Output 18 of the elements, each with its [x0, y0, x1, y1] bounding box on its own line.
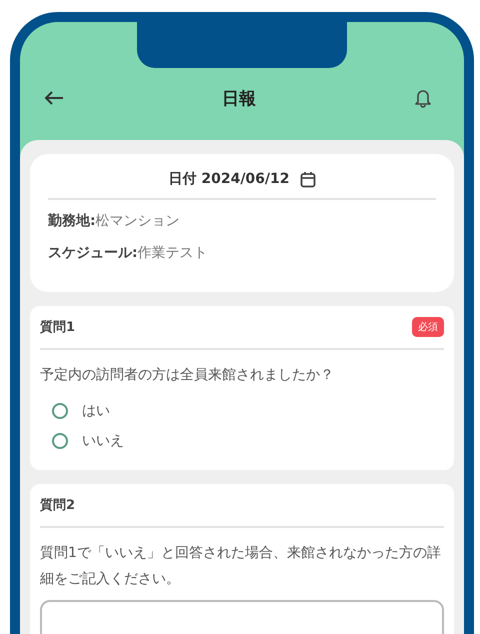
back-icon[interactable]	[44, 91, 64, 105]
required-badge: 必須	[412, 317, 444, 337]
question-title: 質問1	[40, 318, 76, 336]
radio-button[interactable]	[52, 433, 68, 449]
question-text: 質問1で「いいえ」と回答された場合、来館されなかった方の詳細をご記入ください。	[40, 544, 442, 589]
question-text: 予定内の訪問者の方は全員来館されましたか？	[40, 366, 335, 385]
field-label: スケジュール:	[48, 245, 138, 261]
question-title: 質問2	[40, 496, 76, 514]
calendar-icon[interactable]	[300, 170, 316, 188]
option-label[interactable]: いいえ	[82, 432, 124, 450]
option-label[interactable]: はい	[82, 402, 110, 420]
page-title: 日報	[222, 88, 256, 110]
field-value: 作業テスト	[138, 245, 208, 261]
field-label: 勤務地:	[48, 213, 96, 229]
date-label: 日付 2024/06/12	[168, 170, 290, 188]
radio-button[interactable]	[52, 403, 68, 419]
field-value: 松マンション	[96, 213, 180, 229]
bell-icon[interactable]	[414, 88, 432, 108]
